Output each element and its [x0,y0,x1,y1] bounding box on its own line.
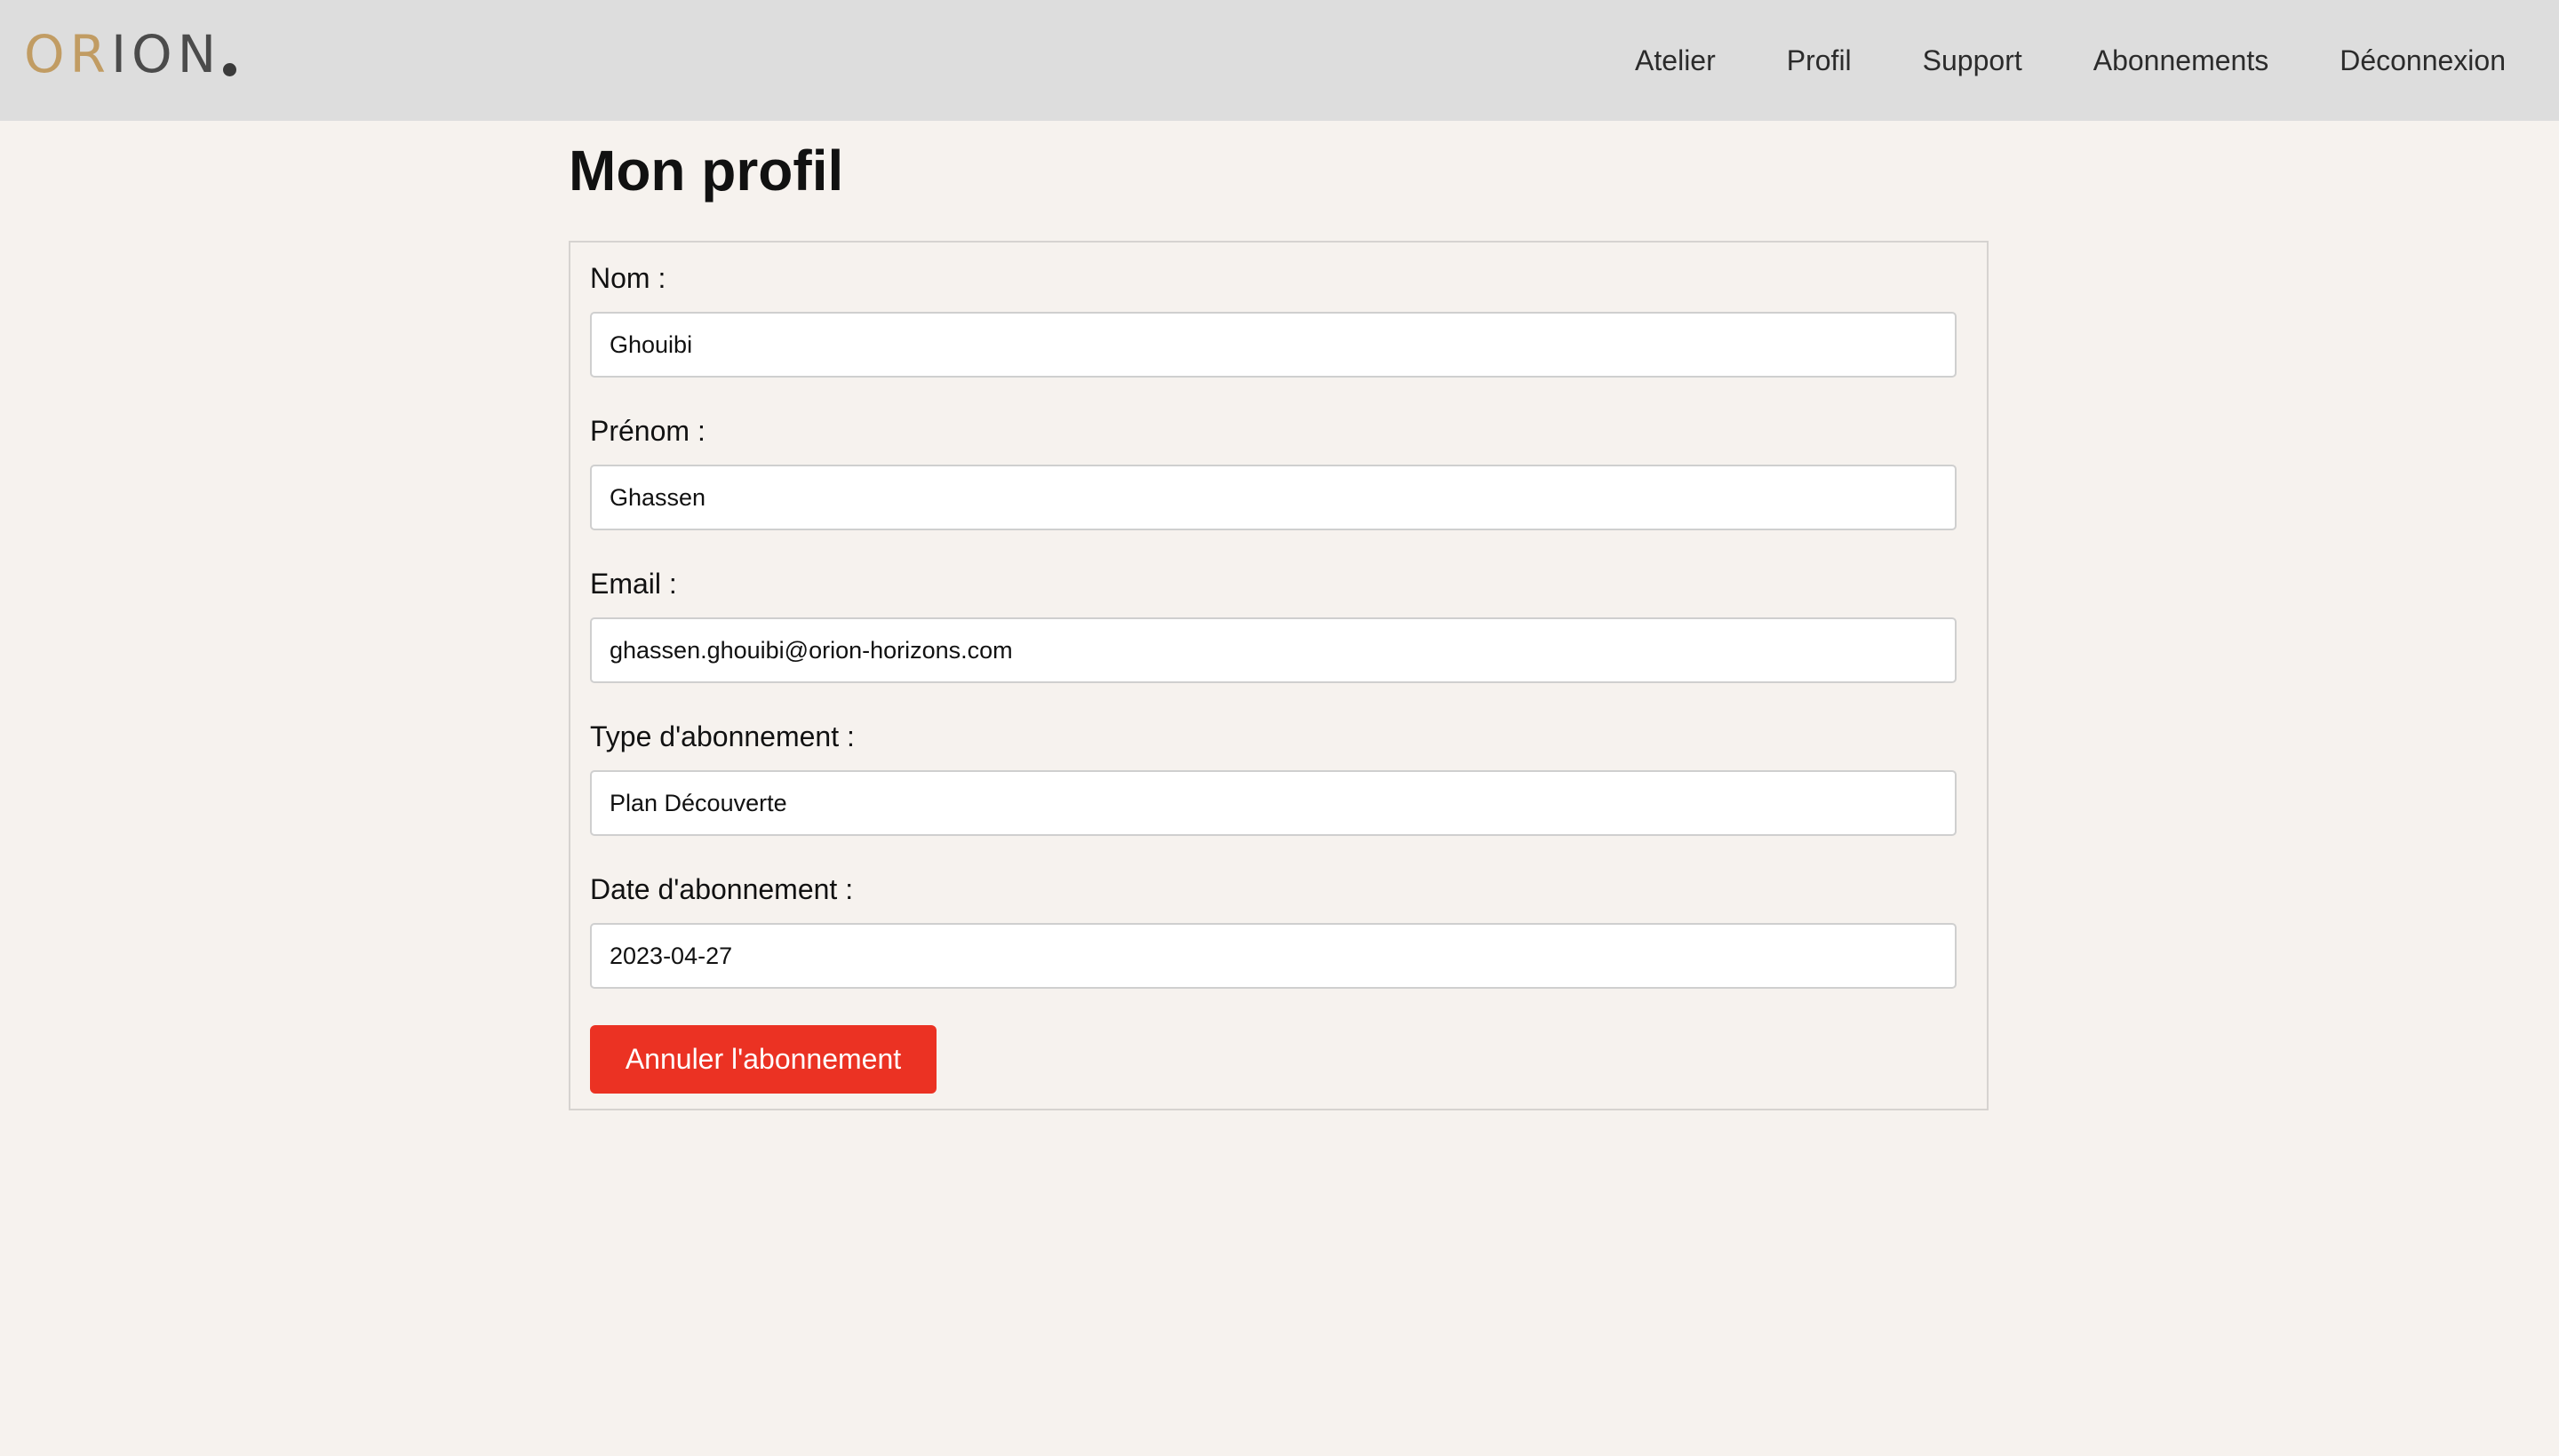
profile-form: Nom : Prénom : Email : Type d'abonnement… [569,241,1989,1110]
subscription-type-label: Type d'abonnement : [590,720,855,752]
main-nav: Atelier Profil Support Abonnements Décon… [1564,0,2506,121]
subscription-date-label: Date d'abonnement : [590,873,854,905]
cancel-subscription-button[interactable]: Annuler l'abonnement [590,1025,937,1094]
nom-field[interactable] [590,312,1957,378]
logo-text-gold: OR [24,24,111,84]
logo-dot-icon [223,63,237,76]
prenom-field[interactable] [590,465,1957,530]
page-title: Mon profil [569,139,844,203]
nav-link-support[interactable]: Support [1923,44,2022,77]
top-navbar: OR ION Atelier Profil Support Abonnements… [0,0,2559,121]
prenom-label: Prénom : [590,415,706,447]
email-field[interactable] [590,617,1957,683]
logo-text-dark: ION [110,24,222,84]
subscription-type-field[interactable] [590,770,1957,836]
nav-link-abonnements[interactable]: Abonnements [2093,44,2268,77]
nom-label: Nom : [590,262,666,294]
email-label: Email : [590,568,677,600]
orion-logo[interactable]: OR ION [24,24,237,84]
nav-link-profil[interactable]: Profil [1787,44,1852,77]
nav-link-deconnexion[interactable]: Déconnexion [2340,44,2506,77]
nav-link-atelier[interactable]: Atelier [1635,44,1716,77]
subscription-date-field[interactable] [590,923,1957,989]
